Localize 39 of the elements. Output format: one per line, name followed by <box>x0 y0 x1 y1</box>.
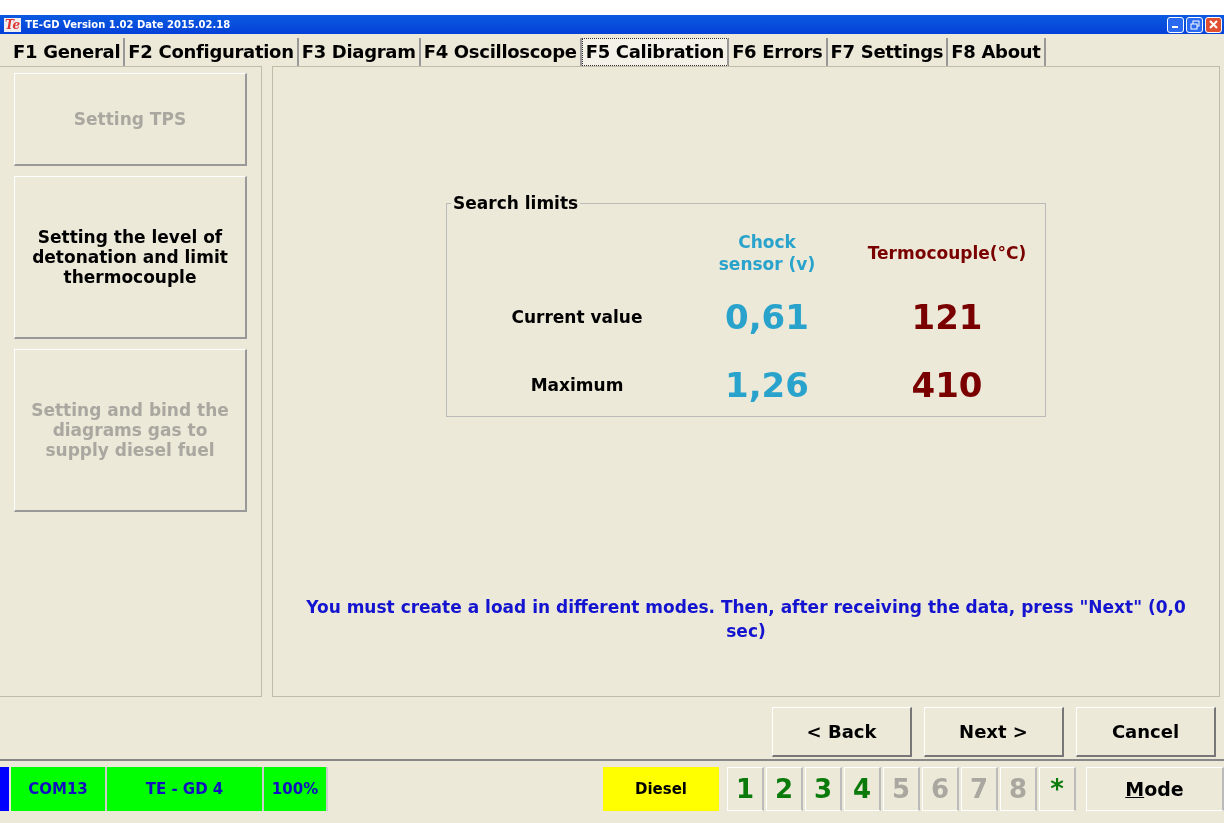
row-label: Maximum <box>529 374 625 397</box>
value-reading: 410 <box>910 364 984 407</box>
status-field: COM13 <box>11 767 107 811</box>
tab[interactable]: F5 Calibration <box>581 38 730 66</box>
nav-button[interactable]: Next > <box>924 707 1064 757</box>
column-header: Chock sensor (v) <box>717 231 817 276</box>
fuel-indicator: Diesel <box>603 767 719 811</box>
close-icon <box>1209 20 1218 29</box>
status-field: TE - GD 4 <box>107 767 264 811</box>
tab[interactable]: F6 Errors <box>729 38 828 66</box>
value-reading: 0,61 <box>724 296 810 339</box>
cylinder-button[interactable]: 2 <box>766 767 803 811</box>
window-title: TE-GD Version 1.02 Date 2015.02.18 <box>25 19 232 30</box>
nav-button[interactable]: Cancel <box>1076 707 1216 757</box>
tab[interactable]: F7 Settings <box>827 38 949 66</box>
tab[interactable]: F2 Configuration <box>125 38 299 66</box>
connection-indicator <box>0 767 9 811</box>
app-icon: Te <box>4 17 22 32</box>
minimize-button[interactable] <box>1167 16 1184 33</box>
column-header: Termocouple(°C) <box>866 242 1028 265</box>
value-reading: 1,26 <box>724 364 810 407</box>
status-field: 100% <box>264 767 328 811</box>
cylinder-button[interactable]: 4 <box>844 767 881 811</box>
cylinder-button[interactable]: 3 <box>805 767 842 811</box>
restore-icon <box>1189 19 1200 30</box>
mode-button[interactable]: Mode <box>1086 767 1224 811</box>
instruction-message: You must create a load in different modes. Then, after receiving the data, press "Next" (0,0 sec) <box>305 596 1187 643</box>
sidebar-button[interactable]: Setting the level of detonation and limit thermocouple <box>14 176 247 339</box>
tab[interactable]: F1 General <box>10 38 126 66</box>
tab[interactable]: F3 Diagram <box>298 38 421 66</box>
nav-button[interactable]: < Back <box>772 707 912 757</box>
row-label: Current value <box>510 306 644 329</box>
tab[interactable]: F8 About <box>948 38 1046 66</box>
cylinder-button[interactable]: 1 <box>727 767 764 811</box>
value-reading: 121 <box>910 296 984 339</box>
cylinder-button[interactable]: * <box>1039 767 1076 811</box>
close-button[interactable] <box>1205 16 1222 33</box>
group-title: Search limits <box>452 193 580 213</box>
restore-button[interactable] <box>1186 16 1203 33</box>
